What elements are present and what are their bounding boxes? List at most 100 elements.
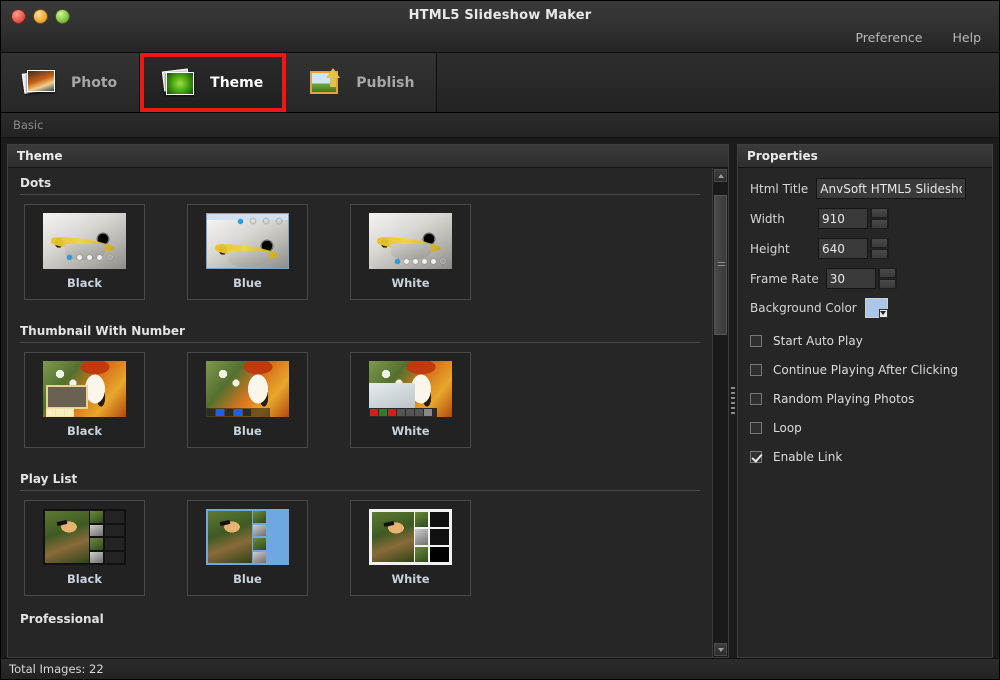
theme-card-playlist-white[interactable]: White [350, 500, 471, 596]
properties-panel-title: Properties [747, 149, 818, 163]
chevron-down-icon [879, 311, 886, 315]
frame-rate-input[interactable] [825, 268, 876, 289]
checkbox-enable-link[interactable]: Enable Link [750, 450, 992, 464]
scroll-up-button[interactable] [714, 169, 727, 182]
theme-card-playlist-blue[interactable]: Blue [187, 500, 308, 596]
theme-card-row: Black Blue White [20, 204, 700, 300]
height-input[interactable] [818, 238, 868, 259]
checkbox-loop[interactable]: Loop [750, 421, 992, 435]
theme-card-thumbnum-blue[interactable]: Blue [187, 352, 308, 448]
checkbox-continue-playing-after-clicking[interactable]: Continue Playing After Clicking [750, 363, 992, 377]
theme-card-label: White [391, 424, 430, 438]
theme-card-label: White [391, 572, 430, 586]
properties-body: Html Title Width Height [738, 168, 992, 657]
theme-card-playlist-black[interactable]: Black [24, 500, 145, 596]
theme-card-thumbnum-white[interactable]: White [350, 352, 471, 448]
theme-card-dots-blue[interactable]: Blue [187, 204, 308, 300]
html-title-input[interactable] [816, 178, 967, 199]
divider [20, 342, 700, 343]
chevron-down-icon [878, 279, 896, 289]
frame-rate-row: Frame Rate [750, 268, 992, 289]
theme-thumbnail [206, 213, 289, 269]
theme-group-dots: Dots Black Blue White [8, 168, 712, 300]
theme-card-dots-black[interactable]: Black [24, 204, 145, 300]
breadcrumb: Basic [1, 113, 999, 138]
html-title-row: Html Title [750, 178, 992, 199]
frame-rate-stepper-up[interactable] [877, 268, 897, 278]
theme-card-label: Black [67, 572, 102, 586]
width-stepper-up[interactable] [870, 208, 889, 218]
tab-publish-label: Publish [356, 74, 415, 91]
theme-group-title: Thumbnail With Number [20, 324, 185, 338]
breadcrumb-label: Basic [13, 118, 44, 132]
width-input[interactable] [818, 208, 868, 229]
height-label: Height [750, 241, 790, 256]
theme-thumbnail [369, 213, 452, 269]
checkbox-box[interactable] [750, 364, 762, 376]
menu-item-preference[interactable]: Preference [855, 30, 922, 45]
height-row: Height [750, 238, 992, 259]
chevron-down-icon [871, 219, 888, 229]
frame-rate-label: Frame Rate [750, 271, 819, 286]
chevron-up-icon [717, 173, 724, 178]
tab-photo[interactable]: Photo [1, 53, 141, 112]
window-title: HTML5 Slideshow Maker [408, 8, 592, 23]
checkbox-box[interactable] [750, 422, 762, 434]
theme-thumbnail [369, 361, 452, 417]
theme-stack-icon [162, 67, 200, 98]
panel-splitter[interactable] [729, 144, 737, 658]
theme-scroll-area: Dots Black Blue White Thumbnail With Num… [8, 168, 728, 657]
tab-bar-filler [437, 53, 999, 112]
checkbox-random-playing-photos[interactable]: Random Playing Photos [750, 392, 992, 406]
background-color-row: Background Color [750, 298, 992, 318]
theme-card-label: Black [67, 276, 102, 290]
chevron-up-icon [871, 208, 888, 218]
height-stepper-up[interactable] [870, 238, 889, 248]
main-body: Theme Dots Black Blue White Thumbnail Wi… [1, 138, 999, 658]
width-stepper-down[interactable] [870, 219, 889, 229]
photo-stack-icon [21, 68, 61, 98]
tab-theme[interactable]: Theme [140, 53, 287, 112]
theme-scrollbar[interactable] [712, 168, 728, 657]
width-stepper[interactable] [870, 208, 889, 229]
width-row: Width [750, 208, 992, 229]
theme-thumbnail [43, 361, 126, 417]
tab-theme-label: Theme [210, 74, 264, 91]
theme-group-title: Professional [20, 612, 104, 626]
checkbox-start-auto-play[interactable]: Start Auto Play [750, 334, 992, 348]
theme-thumbnail [43, 509, 126, 565]
status-text: Total Images: 22 [9, 662, 104, 676]
menu-item-help[interactable]: Help [953, 30, 982, 45]
background-color-swatch[interactable] [864, 298, 888, 318]
splitter-grip-icon [731, 387, 735, 415]
tab-photo-label: Photo [71, 74, 118, 91]
tab-publish[interactable]: Publish [286, 53, 438, 112]
theme-card-thumbnum-black[interactable]: Black [24, 352, 145, 448]
checkbox-box[interactable] [750, 335, 762, 347]
theme-panel-header: Theme [8, 145, 728, 168]
html-title-label: Html Title [750, 181, 809, 196]
properties-panel-header: Properties [738, 145, 992, 168]
width-label: Width [750, 211, 785, 226]
frame-rate-stepper[interactable] [877, 268, 897, 289]
scrollbar-track[interactable] [714, 183, 727, 642]
height-stepper[interactable] [870, 238, 889, 259]
scroll-down-button[interactable] [714, 643, 727, 656]
chevron-up-icon [878, 268, 896, 278]
theme-card-dots-white[interactable]: White [350, 204, 471, 300]
theme-group-title: Dots [20, 176, 52, 190]
chevron-down-icon [717, 647, 724, 652]
divider [20, 490, 700, 491]
checkbox-box[interactable] [750, 451, 762, 463]
checkbox-box[interactable] [750, 393, 762, 405]
checkbox-label: Enable Link [773, 450, 843, 464]
frame-rate-stepper-down[interactable] [877, 279, 897, 289]
scrollbar-thumb[interactable] [714, 195, 727, 335]
checkbox-label: Continue Playing After Clicking [773, 363, 958, 377]
title-bar: HTML5 Slideshow Maker Preference Help [1, 1, 999, 53]
theme-panel: Theme Dots Black Blue White Thumbnail Wi… [7, 144, 729, 658]
height-stepper-down[interactable] [870, 249, 889, 259]
theme-card-label: Blue [233, 424, 262, 438]
theme-panel-title: Theme [17, 149, 63, 163]
theme-thumbnail [206, 361, 289, 417]
